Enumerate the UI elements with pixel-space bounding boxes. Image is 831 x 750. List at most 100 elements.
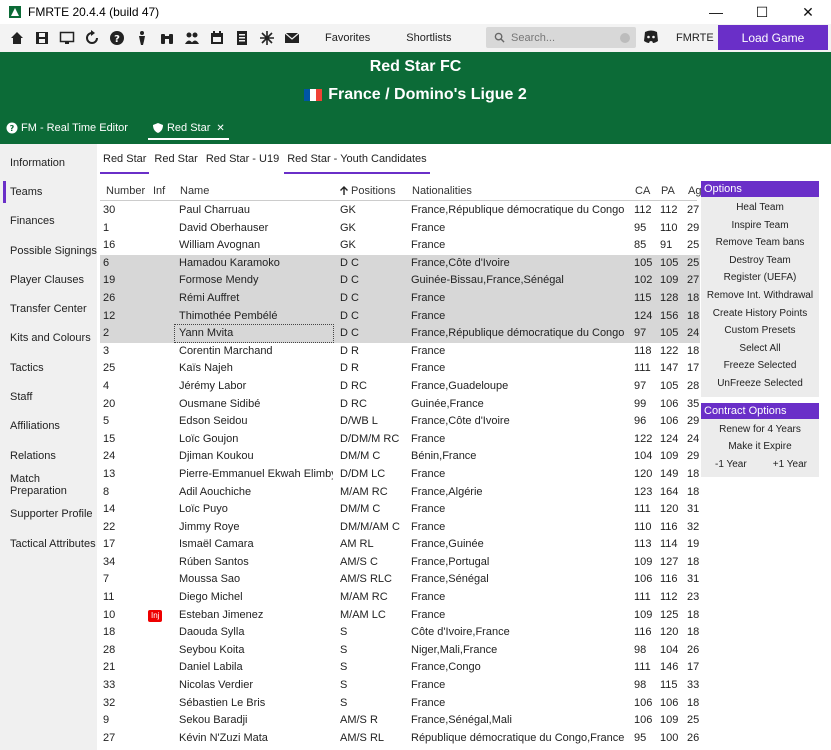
column-age[interactable]: Ag [688,185,701,197]
table-row[interactable]: 13 Pierre-Emmanuel Ekwah Elimby D/DM LC Fra… [100,466,700,484]
subtab-red-star-first[interactable]: Red Star [100,152,150,174]
make-expire-button[interactable]: Make it Expire [701,438,819,456]
sidebar-item-affiliations[interactable]: Affiliations [0,412,97,441]
table-row[interactable]: 32 Sébastien Le Bris S France 106 106 18 [100,695,700,713]
option-remove-int-withdrawal-button[interactable]: Remove Int. Withdrawal [701,287,819,305]
option-register-uefa-button[interactable]: Register (UEFA) [701,269,819,287]
sidebar-item-tactics[interactable]: Tactics [0,353,97,382]
save-icon[interactable] [31,27,53,49]
table-row[interactable]: 24 Djiman Koukou DM/M C Bénin,France 104 109 2… [100,448,700,466]
clear-search-icon[interactable] [620,32,630,43]
refresh-icon[interactable] [81,27,103,49]
close-window-button[interactable]: ✕ [785,0,831,24]
option-unfreeze-selected-button[interactable]: UnFreeze Selected [701,375,819,393]
sidebar-item-possible-signings[interactable]: Possible Signings [0,236,97,265]
document-icon[interactable] [231,27,253,49]
sidebar-item-staff[interactable]: Staff [0,382,97,411]
subtab-red-star-reserve[interactable]: Red Star [151,152,200,174]
person-icon[interactable] [131,27,153,49]
home-icon[interactable] [6,27,28,49]
table-row[interactable]: 33 Nicolas Verdier S France 98 115 33 [100,677,700,695]
renew-4-years-button[interactable]: Renew for 4 Years [701,421,819,439]
table-row[interactable]: 22 Jimmy Roye DM/M/AM C France 110 116 32 [100,519,700,537]
shortlists-menu[interactable]: Shortlists [406,32,451,44]
group-icon[interactable] [181,27,203,49]
table-row[interactable]: 19 Formose Mendy D C Guinée-Bissau,France,S… [100,272,700,290]
column-inf[interactable]: Inf [153,185,165,197]
maximize-button[interactable]: ☐ [739,0,785,24]
table-row[interactable]: 14 Loïc Puyo DM/M C France 111 120 31 [100,501,700,519]
table-row[interactable]: 8 Adil Aouchiche M/AM RC France,Algérie 123 1… [100,484,700,502]
binoculars-icon[interactable] [156,27,178,49]
sidebar-item-transfer-center[interactable]: Transfer Center [0,294,97,323]
subtab-red-star-u19[interactable]: Red Star - U19 [203,152,282,174]
sidebar-item-finances[interactable]: Finances [0,207,97,236]
table-row[interactable]: 21 Daniel Labila S France,Congo 111 146 17 [100,659,700,677]
mail-icon[interactable] [281,27,303,49]
column-pa[interactable]: PA [661,185,675,197]
table-row[interactable]: 3 Corentin Marchand D R France 118 122 18 [100,343,700,361]
option-custom-presets-button[interactable]: Custom Presets [701,322,819,340]
table-row[interactable]: 18 Daouda Sylla S Côte d'Ivoire,France 116 12… [100,624,700,642]
sidebar-item-tactical-attributes[interactable]: Tactical Attributes [0,529,97,558]
player-nationalities: Guinée,France [411,397,484,410]
sidebar-item-teams[interactable]: Teams [0,177,97,206]
tab-red-star[interactable]: Red Star ✕ [144,112,233,144]
player-name: Rémi Auffret [179,291,240,304]
help-icon[interactable]: ? [106,27,128,49]
option-select-all-button[interactable]: Select All [701,340,819,358]
player-pa: 104 [660,643,679,656]
plus-year-button[interactable]: +1 Year [773,456,807,474]
discord-icon[interactable] [642,28,660,46]
monitor-icon[interactable] [56,27,78,49]
table-row[interactable]: 15 Loïc Goujon D/DM/M RC France 122 124 24 [100,431,700,449]
option-create-history-points-button[interactable]: Create History Points [701,305,819,323]
snowflake-icon[interactable] [256,27,278,49]
sidebar-item-kits-and-colours[interactable]: Kits and Colours [0,324,97,353]
sidebar-item-player-clauses[interactable]: Player Clauses [0,265,97,294]
table-row[interactable]: 16 William Avognan GK France 85 91 25 [100,237,700,255]
table-row[interactable]: 6 Hamadou Karamoko D C France,Côte d'Ivoire… [100,254,700,273]
table-row[interactable]: 12 Thimothée Pembélé D C France 124 156 18 [100,307,700,326]
table-row[interactable]: 7 Moussa Sao AM/S RLC France,Sénégal 106 116 3… [100,571,700,589]
column-ca[interactable]: CA [635,185,650,197]
option-freeze-selected-button[interactable]: Freeze Selected [701,357,819,375]
sidebar-item-supporter-profile[interactable]: Supporter Profile [0,500,97,529]
table-row[interactable]: 17 Ismaël Camara AM RL France,Guinée 113 114 1… [100,536,700,554]
option-heal-team-button[interactable]: Heal Team [701,199,819,217]
tab-real-time-editor[interactable]: ? FM - Real Time Editor [0,112,136,144]
sidebar-item-information[interactable]: Information [0,148,97,177]
minimize-button[interactable]: — [693,0,739,24]
column-name[interactable]: Name [180,185,209,197]
option-inspire-team-button[interactable]: Inspire Team [701,217,819,235]
column-positions[interactable]: Positions [351,185,396,197]
search-input[interactable]: Search... [486,27,636,48]
close-tab-icon[interactable]: ✕ [216,123,224,134]
table-row[interactable]: 11 Diego Michel M/AM RC France 111 112 23 [100,589,700,607]
sidebar-item-match-preparation[interactable]: Match Preparation [0,470,97,499]
column-number[interactable]: Number [106,185,145,197]
subtab-youth-candidates[interactable]: Red Star - Youth Candidates [284,152,430,174]
table-row[interactable]: 26 Rémi Auffret D C France 115 128 18 [100,289,700,308]
favorites-menu[interactable]: Favorites [325,32,370,44]
minus-year-button[interactable]: -1 Year [715,456,747,474]
option-remove-team-bans-button[interactable]: Remove Team bans [701,234,819,252]
column-nationalities[interactable]: Nationalities [412,185,472,197]
table-row[interactable]: 25 Kaïs Najeh D R France 111 147 17 [100,360,700,378]
table-row[interactable]: 1 David Oberhauser GK France 95 110 29 [100,220,700,238]
table-row[interactable]: 30 Paul Charruau GK France,République démoc… [100,202,700,220]
load-game-button[interactable]: Load Game [718,25,828,50]
table-row[interactable]: 10 Inj Esteban Jimenez M/AM LC France 109 125 1… [100,607,700,625]
table-row[interactable]: 9 Sekou Baradji AM/S R France,Sénégal,Mali 1… [100,712,700,730]
sidebar-item-relations[interactable]: Relations [0,441,97,470]
table-row[interactable]: 4 Jérémy Labor D RC France,Guadeloupe 97 105 2… [100,378,700,396]
fmrte-menu[interactable]: FMRTE [676,32,714,44]
table-row[interactable]: 5 Edson Seidou D/WB L France,Côte d'Ivoire 9… [100,413,700,431]
table-row[interactable]: 20 Ousmane Sidibé D RC Guinée,France 99 106 35 [100,396,700,414]
table-row[interactable]: 2 Yann Mvita D C France,République démocrat… [100,324,700,344]
calendar-icon[interactable] [206,27,228,49]
option-destroy-team-button[interactable]: Destroy Team [701,252,819,270]
table-row[interactable]: 34 Rúben Santos AM/S C France,Portugal 109 12… [100,554,700,572]
table-row[interactable]: 28 Seybou Koita S Niger,Mali,France 98 104 26 [100,642,700,660]
table-row[interactable]: 27 Kévin N'Zuzi Mata AM/S RL République dém… [100,730,700,748]
